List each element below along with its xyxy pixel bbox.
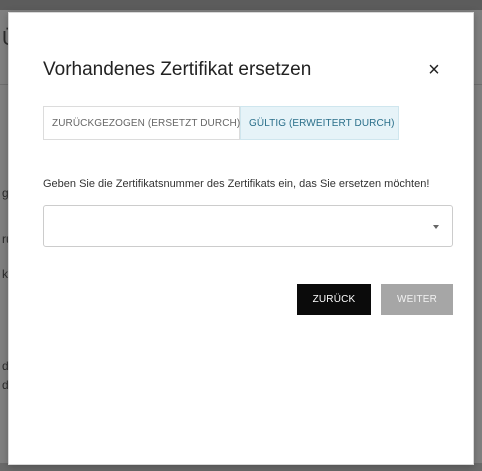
background-header	[0, 0, 482, 10]
chevron-down-icon	[433, 225, 439, 229]
certificate-number-select[interactable]	[43, 205, 453, 247]
background-divider	[474, 84, 482, 85]
tab-label: ZURÜCKGEZOGEN (ERSETZT DURCH)	[52, 117, 241, 129]
background-divider	[0, 84, 8, 85]
tab-valid-extended-by[interactable]: GÜLTIG (ERWEITERT DURCH)	[240, 106, 399, 140]
close-icon[interactable]: ×	[425, 60, 443, 80]
instruction-text: Geben Sie die Zertifikatsnummer des Zert…	[43, 178, 430, 190]
next-button[interactable]: WEITER	[381, 284, 453, 315]
dialog-title: Vorhandenes Zertifikat ersetzen	[43, 59, 312, 80]
replacement-type-tabs: ZURÜCKGEZOGEN (ERSETZT DURCH) GÜLTIG (ER…	[43, 106, 399, 140]
tab-label: GÜLTIG (ERWEITERT DURCH)	[249, 117, 395, 129]
replace-certificate-dialog: Vorhandenes Zertifikat ersetzen × ZURÜCK…	[8, 12, 474, 465]
back-button[interactable]: ZURÜCK	[297, 284, 371, 315]
tab-revoked-replaced-by[interactable]: ZURÜCKGEZOGEN (ERSETZT DURCH)	[43, 106, 240, 140]
